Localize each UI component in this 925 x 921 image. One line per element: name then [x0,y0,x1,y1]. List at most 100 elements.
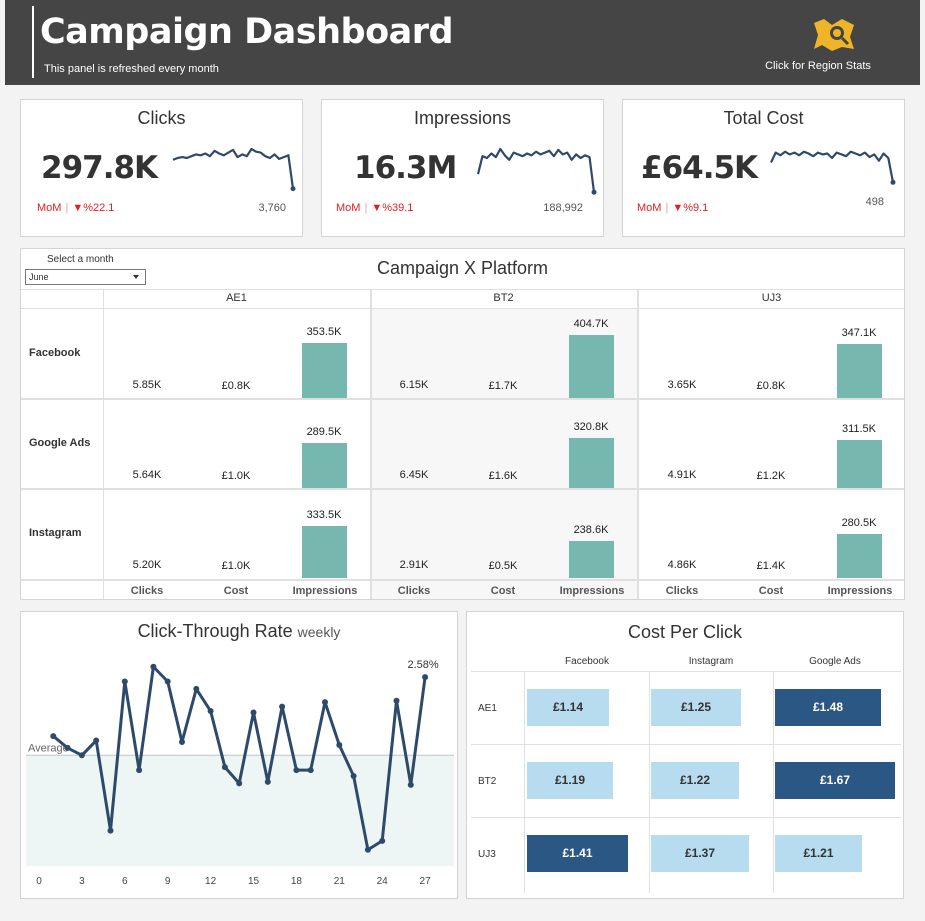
ctr-point [250,709,257,716]
ctr-point [121,678,128,685]
cpc-value-bar: £1.67 [775,762,895,799]
grid-line [21,398,904,400]
ctr-point [150,663,157,670]
grid-line [21,289,904,290]
impressions-value: 280.5K [841,517,877,529]
ctr-point [93,737,100,744]
impressions-bar [569,335,614,398]
region-stats-label: Click for Region Stats [765,60,871,72]
row-header: Facebook [29,347,81,359]
x-tick-label: 18 [291,876,303,887]
sparkline-path [172,147,295,189]
ctr-point [393,697,400,704]
measure-label: Cost [490,585,516,597]
cost-value: £1.0K [221,560,251,572]
grid-line [103,289,104,599]
grid-line [21,308,904,309]
measure-label: Impressions [292,585,358,597]
cpc-value-bar: £1.25 [651,689,741,726]
measure-label: Clicks [130,585,164,597]
ctr-point [136,767,143,774]
page-subtitle: This panel is refreshed every month [44,63,219,75]
ctr-point [422,674,429,681]
ctr-point [221,764,228,771]
measure-label: Cost [223,585,249,597]
cost-value: £1.2K [756,470,786,482]
grid-line [21,579,904,581]
ctr-point [236,780,243,787]
impressions-bar [302,443,347,488]
cpc-value-bar: £1.19 [527,762,613,799]
x-tick-label: 9 [165,876,171,887]
ctr-point [350,772,357,779]
impressions-value: 311.5K [841,423,877,435]
impressions-value: 333.5K [306,509,342,521]
row-header: Instagram [29,527,82,539]
matrix-title: Campaign X Platform [376,258,549,278]
sparkline-path [770,150,895,183]
grid-line [471,671,901,672]
mom-change: ▼%9.1 [672,202,709,214]
grid-line [370,289,372,599]
sparkline-path [476,147,596,193]
clicks-value: 6.15K [399,379,429,391]
cpc-value-bar: £1.21 [775,835,862,872]
x-tick-label: 15 [248,876,260,887]
impressions-value: 289.5K [306,426,342,438]
cpc-value-bar: £1.37 [651,835,749,872]
kpi-title: Impressions [413,108,512,128]
grid-line [21,488,904,490]
kpi-mom: MoM | ▼%39.1 [336,202,413,214]
clicks-value: 6.45K [399,469,429,481]
impressions-bar [302,526,347,578]
kpi-card-total-cost: Total Cost £64.5K MoM | ▼%9.1 498 [622,99,905,237]
impressions-value: 353.5K [306,326,342,338]
kpi-title: Total Cost [723,108,804,128]
kpi-value: 16.3M [354,150,457,186]
region-map-icon [814,19,854,51]
grid-line [649,671,650,893]
sparkline-end-dot [290,186,296,192]
ctr-point [64,744,71,751]
measure-label: Cost [758,585,784,597]
x-tick-label: 21 [334,876,346,887]
sparkline-end-dot [591,189,597,195]
campaign-platform-matrix: Select a month June Campaign X Platform … [20,248,905,600]
impressions-value: 320.8K [573,421,609,433]
ctr-point [364,846,371,853]
cpc-row-header: UJ3 [478,849,496,860]
dashboard-header: Campaign Dashboard This panel is refresh… [5,0,920,85]
impressions-bar [837,344,882,398]
kpi-mom: MoM | ▼%9.1 [637,202,708,214]
impressions-bar [302,343,347,398]
ctr-point [322,699,328,706]
ctr-point [379,837,386,844]
mom-separator: | [364,202,368,214]
clicks-value: 5.64K [132,469,162,481]
measure-label: Clicks [397,585,431,597]
grid-line [471,744,901,745]
impressions-bar [569,541,614,578]
title-accent-bar [32,6,34,78]
ctr-card: Click-Through Rate weekly Average 2.58% 0 3… [20,611,458,899]
cost-value: £0.8K [221,380,251,392]
x-tick-label: 12 [205,876,217,887]
clicks-value: 4.86K [667,559,697,571]
ctr-point [293,767,300,774]
page-title: Campaign Dashboard [40,12,454,52]
ctr-point [407,781,414,788]
ctr-point [207,708,214,715]
last-value-label: 2.58% [407,659,438,671]
mom-change: ▼%39.1 [371,202,414,214]
kpi-value: £64.5K [641,150,758,186]
clicks-value: 4.91K [667,469,697,481]
kpi-card-impressions: Impressions 16.3M MoM | ▼%39.1 188,992 [321,99,604,237]
region-stats-button[interactable]: Click for Region Stats [755,12,885,76]
clicks-value: 5.85K [132,379,162,391]
ctr-point [193,685,200,692]
cpc-value-bar: £1.48 [775,689,881,726]
grid-line [524,671,525,893]
cpc-column-header: Facebook [565,656,609,667]
mom-separator: | [65,202,69,214]
cpc-row-header: AE1 [478,703,497,714]
